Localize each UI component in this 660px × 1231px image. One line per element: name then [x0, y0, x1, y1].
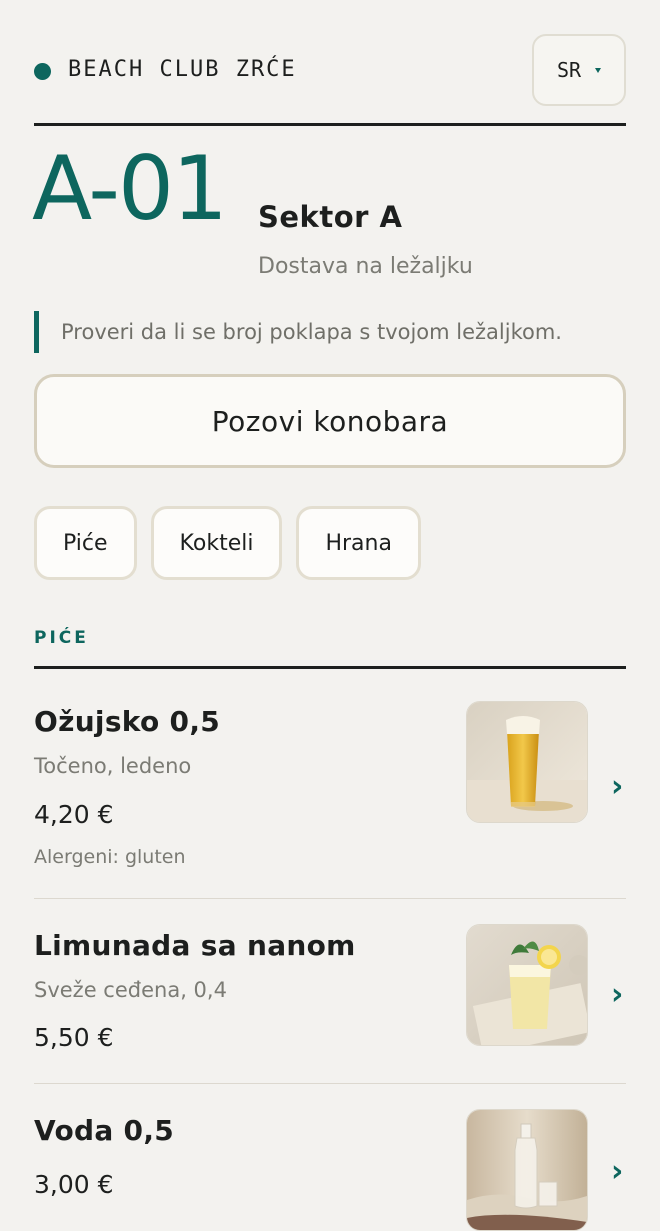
call-waiter-button[interactable]: Pozovi konobara — [34, 374, 626, 468]
caret-down-icon — [595, 67, 602, 73]
item-price: 3,00 € — [34, 1170, 114, 1199]
lemonade-glass-photo — [466, 924, 588, 1046]
tab-drinks[interactable]: Piće — [34, 506, 137, 580]
brand-dot-icon — [34, 63, 51, 80]
menu-item[interactable]: Voda 0,5 3,00 € › — [34, 1084, 626, 1231]
delivery-label: Dostava na ležaljku — [258, 254, 473, 279]
brand-name: BEACH CLUB ZRĆE — [68, 57, 297, 82]
item-description: Točeno, ledeno — [34, 754, 192, 778]
category-tabs: Piće Kokteli Hrana — [34, 506, 421, 580]
water-bottle-photo — [466, 1109, 588, 1231]
item-price: 5,50 € — [34, 1023, 114, 1052]
menu-item[interactable]: Ožujsko 0,5 Točeno, ledeno 4,20 € Alerge… — [34, 669, 626, 897]
item-name: Voda 0,5 — [34, 1114, 175, 1147]
tab-food[interactable]: Hrana — [296, 506, 421, 580]
item-name: Limunada sa nanom — [34, 929, 356, 962]
sunbed-code: A-01 — [32, 137, 228, 240]
sector-name: Sektor A — [258, 200, 403, 234]
language-label: SR — [556, 58, 582, 82]
tab-cocktails[interactable]: Kokteli — [150, 506, 283, 580]
chevron-right-icon[interactable]: › — [611, 769, 623, 804]
language-selector[interactable]: SR — [532, 34, 626, 106]
section-title: PIĆE — [34, 628, 89, 648]
item-name: Ožujsko 0,5 — [34, 705, 221, 738]
chevron-right-icon[interactable]: › — [611, 977, 623, 1012]
item-allergens: Alergeni: gluten — [34, 846, 186, 868]
item-description: Sveže ceđena, 0,4 — [34, 978, 227, 1002]
menu-item[interactable]: Limunada sa nanom Sveže ceđena, 0,4 5,50… — [34, 899, 626, 1083]
header: BEACH CLUB ZRĆE SR — [34, 0, 626, 126]
menu-page: BEACH CLUB ZRĆE SR A-01 Sektor A Dostava… — [32, 0, 626, 1231]
item-price: 4,20 € — [34, 800, 114, 829]
sunbed-notice: Proveri da li se broj poklapa s tvojom l… — [34, 311, 562, 353]
beer-glass-photo — [466, 701, 588, 823]
chevron-right-icon[interactable]: › — [611, 1154, 623, 1189]
